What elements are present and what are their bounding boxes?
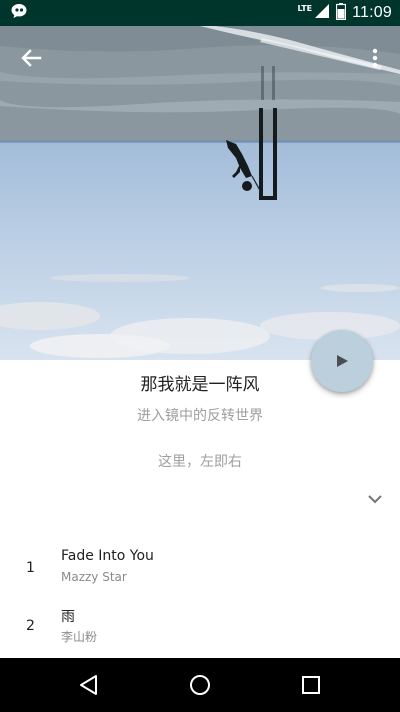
track-item[interactable]: 2 雨 李山粉	[0, 606, 400, 660]
nav-home-button[interactable]	[186, 671, 214, 699]
play-icon	[337, 355, 348, 367]
expand-description-button[interactable]	[364, 489, 386, 509]
chevron-down-icon	[368, 495, 382, 504]
track-title: Fade Into You	[61, 548, 154, 564]
signal-icon	[314, 3, 330, 23]
arrow-back-icon	[21, 49, 42, 67]
nav-back-button[interactable]	[75, 671, 103, 699]
track-artist: Mazzy Star	[61, 570, 127, 584]
navigation-bar	[0, 658, 400, 712]
home-circle-icon	[190, 675, 210, 695]
back-button[interactable]	[18, 46, 46, 70]
track-number: 1	[26, 560, 35, 576]
recents-square-icon	[302, 676, 320, 694]
more-vertical-icon	[372, 48, 378, 68]
status-time: 11:09	[352, 4, 392, 21]
album-description: 这里，左即右	[158, 454, 242, 470]
back-triangle-icon	[80, 675, 97, 695]
album-title: 那我就是一阵风	[140, 375, 260, 395]
status-bar: LTE 11:09	[0, 0, 400, 26]
track-artist: 李山粉	[61, 630, 98, 644]
more-options-button[interactable]	[366, 46, 384, 70]
album-subtitle: 进入镜中的反转世界	[137, 408, 263, 424]
track-number: 2	[26, 618, 35, 634]
track-title: 雨	[61, 609, 75, 625]
nav-recents-button[interactable]	[297, 671, 325, 699]
notification-icon	[10, 3, 28, 23]
battery-icon	[336, 2, 347, 24]
network-type-label: LTE	[297, 3, 313, 13]
album-art	[0, 26, 400, 360]
track-item[interactable]: 1 Fade Into You Mazzy Star	[0, 548, 400, 602]
